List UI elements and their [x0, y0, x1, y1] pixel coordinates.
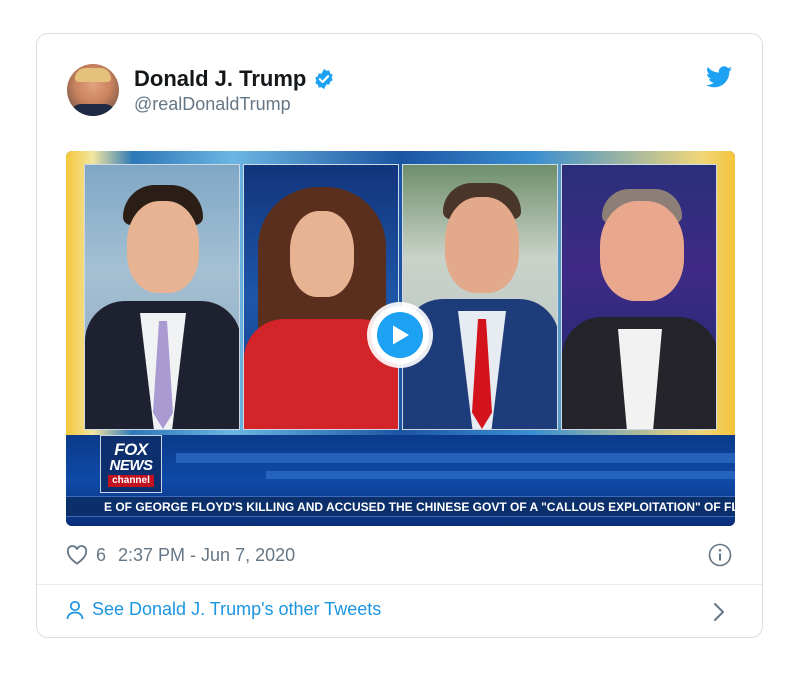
tweet-card: Donald J. Trump @realDonaldTrump FOX NEW…	[36, 33, 763, 638]
fox-news-logo: FOX NEWS channel	[100, 435, 162, 493]
play-icon	[393, 325, 409, 345]
play-button[interactable]	[371, 306, 429, 364]
other-tweets-link[interactable]: See Donald J. Trump's other Tweets	[66, 599, 381, 620]
tweet-timestamp[interactable]: 2:37 PM - Jun 7, 2020	[118, 545, 295, 566]
divider	[37, 584, 762, 585]
verified-badge-icon	[315, 68, 334, 90]
tweet-meta: 6 2:37 PM - Jun 7, 2020	[66, 542, 295, 568]
video-panel-3	[402, 164, 558, 430]
chevron-right-icon[interactable]	[712, 602, 726, 622]
like-count[interactable]: 6	[96, 545, 106, 566]
info-icon[interactable]	[708, 543, 732, 567]
author-name[interactable]: Donald J. Trump	[134, 66, 306, 92]
news-ticker: E OF GEORGE FLOYD'S KILLING AND ACCUSED …	[66, 496, 735, 517]
embedded-video[interactable]: FOX NEWS channel E OF GEORGE FLOYD'S KIL…	[66, 151, 735, 526]
heart-icon[interactable]	[66, 545, 88, 565]
person-icon	[66, 600, 84, 619]
author-name-row[interactable]: Donald J. Trump	[134, 66, 335, 92]
avatar[interactable]	[67, 64, 119, 116]
other-tweets-label[interactable]: See Donald J. Trump's other Tweets	[92, 599, 381, 620]
twitter-bird-icon[interactable]	[706, 66, 732, 88]
video-panel-4	[561, 164, 717, 430]
video-panel-2	[243, 164, 399, 430]
video-panel-1	[84, 164, 240, 430]
author-handle[interactable]: @realDonaldTrump	[134, 94, 291, 115]
news-lower-third: FOX NEWS channel E OF GEORGE FLOYD'S KIL…	[66, 435, 735, 526]
